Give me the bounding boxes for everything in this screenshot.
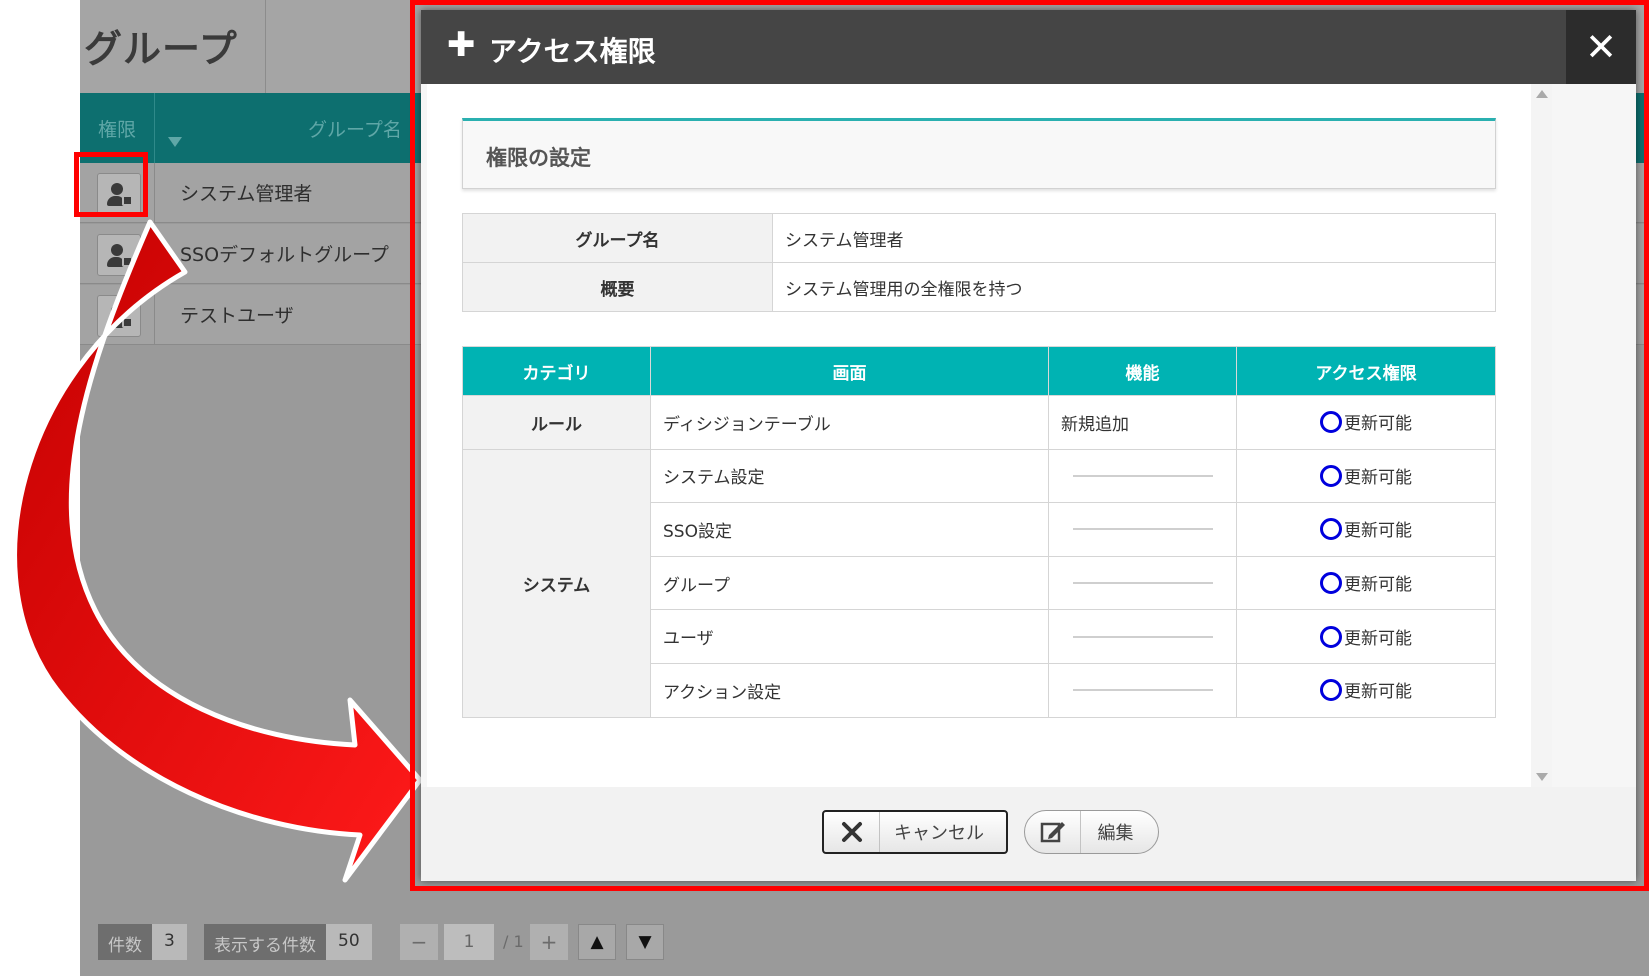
page-title: グループ (84, 27, 238, 71)
info-row: グループ名 システム管理者 (462, 213, 1496, 263)
circle-mark-icon (1320, 625, 1342, 648)
summary-label: 概要 (462, 262, 773, 312)
group-name-label: グループ名 (462, 213, 773, 263)
function-cell (1048, 662, 1237, 718)
none-dash (1072, 635, 1213, 638)
access-cell: 更新可能 (1236, 555, 1496, 611)
info-row: 概要 システム管理用の全権限を持つ (462, 262, 1496, 312)
function-cell (1048, 609, 1237, 664)
function-cell: 新規追加 (1048, 395, 1237, 450)
filter-icon[interactable] (168, 137, 182, 147)
none-dash (1072, 474, 1213, 477)
function-cell (1048, 448, 1237, 504)
dialog-footer: キャンセル 編集 (421, 787, 1636, 881)
scroll-up-button[interactable]: ▲ (578, 924, 616, 960)
cancel-label: キャンセル (894, 823, 984, 844)
access-cell: 更新可能 (1236, 448, 1496, 504)
access-cell: 更新可能 (1236, 395, 1496, 450)
column-divider (154, 93, 155, 163)
screen-cell: グループ (650, 555, 1049, 611)
access-permission-dialog: ✚ アクセス権限 ✕ 権限の設定 グループ名 システム管理者 概要 システム管理… (421, 10, 1636, 881)
prev-page-button[interactable]: − (400, 924, 438, 960)
x-icon (824, 812, 880, 852)
circle-mark-icon (1320, 464, 1342, 487)
edit-icon (1025, 811, 1081, 853)
circle-mark-icon (1320, 572, 1342, 595)
next-page-button[interactable]: + (530, 924, 568, 960)
group-name: SSOデフォルトグループ (180, 244, 389, 266)
group-name: システム管理者 (180, 183, 313, 205)
header-screen: 画面 (650, 346, 1049, 396)
list-footer: 件数 3 表示する件数 50 − 1 / 1 + ▲ ▼ (80, 916, 1649, 976)
header-function: 機能 (1048, 346, 1237, 396)
table-header-row: カテゴリ 画面 機能 アクセス権限 (462, 346, 1496, 396)
screen-cell: アクション設定 (650, 662, 1049, 718)
function-cell (1048, 555, 1237, 611)
group-name-value: システム管理者 (772, 213, 1496, 263)
per-page-select[interactable]: 表示する件数 50 (204, 924, 372, 960)
screen-cell: ユーザ (650, 609, 1049, 664)
summary-value: システム管理用の全権限を持つ (772, 262, 1496, 312)
edit-button[interactable]: 編集 (1024, 810, 1159, 854)
category-cell: ルール (462, 395, 651, 450)
none-dash (1072, 689, 1213, 692)
scroll-up-arrow-icon[interactable] (1536, 90, 1548, 98)
page-input[interactable]: 1 (444, 924, 494, 960)
none-dash (1072, 528, 1213, 531)
circle-mark-icon (1320, 518, 1342, 541)
table-row: システム システム設定 更新可能 (462, 448, 1496, 718)
function-cell (1048, 502, 1237, 557)
screen-cell: SSO設定 (650, 502, 1049, 557)
dialog-title: アクセス権限 (489, 35, 656, 68)
category-cell: システム (462, 448, 651, 718)
user-lock-icon (111, 244, 123, 256)
section-header: 権限の設定 (462, 118, 1496, 189)
highlight-box (74, 152, 148, 217)
close-icon[interactable]: ✕ (1566, 10, 1636, 84)
header-category: カテゴリ (462, 346, 651, 396)
access-permission-button[interactable] (97, 295, 141, 337)
table-row: ルール ディシジョンテーブル 新規追加 更新可能 (462, 395, 1496, 450)
access-permission-button[interactable] (97, 234, 141, 276)
section-title: 権限の設定 (486, 146, 591, 170)
scrollbar[interactable] (1531, 84, 1552, 787)
circle-mark-icon (1320, 679, 1342, 702)
screen-cell: ディシジョンテーブル (650, 395, 1049, 450)
user-lock-icon (111, 305, 123, 317)
access-cell: 更新可能 (1236, 502, 1496, 557)
access-cell: 更新可能 (1236, 609, 1496, 664)
none-dash (1072, 582, 1213, 585)
column-group-name[interactable]: グループ名 (308, 115, 402, 142)
header-access: アクセス権限 (1236, 346, 1496, 396)
dialog-header: ✚ アクセス権限 ✕ (421, 10, 1636, 84)
column-permission: 権限 (98, 119, 137, 141)
screen-cell: システム設定 (650, 448, 1049, 504)
circle-mark-icon (1320, 411, 1342, 434)
group-info-table: グループ名 システム管理者 概要 システム管理用の全権限を持つ (462, 213, 1496, 312)
count-display: 件数 3 (98, 924, 187, 960)
header-divider (265, 0, 266, 93)
group-name: テストユーザ (180, 305, 294, 327)
access-cell: 更新可能 (1236, 662, 1496, 718)
plus-icon: ✚ (447, 25, 476, 65)
scroll-down-button[interactable]: ▼ (626, 924, 664, 960)
permission-table: カテゴリ 画面 機能 アクセス権限 ルール ディシジョンテーブル 新規追加 更新… (462, 346, 1496, 718)
dialog-body: 権限の設定 グループ名 システム管理者 概要 システム管理用の全権限を持つ カテ… (427, 84, 1531, 787)
page-total: / 1 (503, 932, 524, 951)
cancel-button[interactable]: キャンセル (822, 810, 1008, 854)
edit-label: 編集 (1097, 823, 1134, 844)
scroll-down-arrow-icon[interactable] (1536, 773, 1548, 781)
